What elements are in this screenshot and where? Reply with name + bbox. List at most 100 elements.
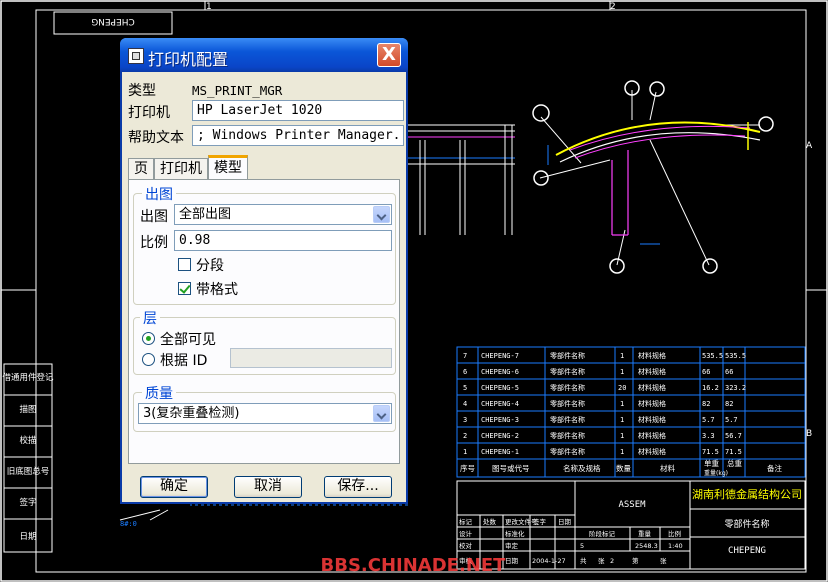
parts-table-row: 3 CHEPENG-3 零部件名称 1 材料规格 5.7 5.7 — [463, 415, 738, 424]
svg-text:CHEPENG-3: CHEPENG-3 — [481, 416, 519, 424]
chevron-down-icon[interactable] — [373, 206, 390, 223]
chevron-down-icon[interactable] — [373, 405, 390, 422]
dialog-title: 打印机配置 — [148, 50, 229, 69]
svg-text:材料规格: 材料规格 — [638, 447, 666, 456]
parts-table-row: 4 CHEPENG-4 零部件名称 1 材料规格 82 82 — [463, 399, 733, 408]
dialog-titlebar[interactable]: 打印机配置 X — [120, 38, 408, 72]
svg-text:2548.3: 2548.3 — [635, 542, 658, 550]
svg-text:2004-1-27: 2004-1-27 — [532, 557, 566, 565]
svg-text:阶段标记: 阶段标记 — [589, 529, 616, 538]
svg-text:CHEPENG-1: CHEPENG-1 — [481, 448, 519, 456]
drawing-number: CHEPENG — [728, 546, 766, 556]
side-panel-labels: 借通用件登记 描图 校描 旧底图总号 签字 日期 — [2, 372, 54, 542]
svg-text:66: 66 — [725, 368, 733, 376]
svg-text:CHEPENG-2: CHEPENG-2 — [481, 432, 519, 440]
help-text-input[interactable]: ; Windows Printer Manager. — [192, 125, 404, 146]
svg-text:1: 1 — [620, 432, 624, 440]
svg-text:535.5: 535.5 — [725, 352, 746, 360]
svg-text:标准化: 标准化 — [505, 529, 525, 538]
svg-text:标记: 标记 — [459, 517, 473, 526]
scale-input[interactable]: 0.98 — [174, 230, 392, 251]
tab-printer[interactable]: 打印机 — [154, 158, 208, 180]
svg-text:材料规格: 材料规格 — [638, 431, 666, 440]
save-button[interactable]: 保存... — [324, 476, 392, 498]
close-button[interactable]: X — [377, 43, 401, 67]
drawing-corner-label: CHEPENG — [91, 16, 135, 26]
svg-text:3.3: 3.3 — [702, 432, 715, 440]
svg-text:单重: 单重 — [704, 458, 719, 468]
tab-model[interactable]: 模型 — [208, 155, 248, 180]
svg-text:零部件名称: 零部件名称 — [550, 399, 585, 408]
svg-text:1: 1 — [620, 352, 624, 360]
side-label: 旧底图总号 — [7, 466, 50, 477]
company-name: 湖南利德金属结构公司 — [692, 487, 802, 501]
svg-text:日期: 日期 — [505, 557, 519, 565]
svg-text:71.5: 71.5 — [725, 448, 742, 456]
svg-text:重量: 重量 — [638, 530, 652, 538]
side-label: 日期 — [19, 532, 36, 542]
svg-text:2: 2 — [610, 557, 614, 565]
svg-text:零部件名称: 零部件名称 — [550, 383, 585, 392]
close-icon: X — [382, 44, 396, 65]
parts-table: 7 CHEPENG-7 零部件名称 1 材料规格 535.5 535.5 6 C… — [456, 346, 806, 478]
segment-checkbox[interactable] — [178, 258, 191, 271]
scale-label: 比例 — [140, 235, 168, 251]
segment-label: 分段 — [196, 258, 224, 274]
layer-all-label: 全部可见 — [160, 332, 216, 348]
svg-text:设计: 设计 — [459, 529, 473, 538]
quality-combo[interactable]: 3(复杂重叠检测) — [138, 403, 392, 424]
svg-text:CHEPENG-6: CHEPENG-6 — [481, 368, 519, 376]
layer-by-id-label: 根据 ID — [160, 353, 208, 369]
quality-value: 3(复杂重叠检测) — [143, 406, 240, 421]
tab-page[interactable]: 页 — [128, 158, 154, 180]
svg-text:图号或代号: 图号或代号 — [492, 463, 530, 473]
svg-text:重量(kg): 重量(kg) — [704, 469, 728, 477]
canopy-structure — [532, 80, 774, 274]
printer-input[interactable]: HP LaserJet 1020 — [192, 100, 404, 121]
assembly-label: ASSEM — [618, 500, 646, 510]
zone-number-1: 1 — [206, 2, 212, 12]
svg-text:323.2: 323.2 — [725, 384, 746, 392]
cancel-button[interactable]: 取消 — [234, 476, 302, 498]
svg-text:7: 7 — [463, 352, 467, 360]
svg-text:CHEPENG-5: CHEPENG-5 — [481, 384, 519, 392]
help-text-label: 帮助文本 — [128, 130, 184, 146]
svg-text:材料规格: 材料规格 — [638, 415, 666, 424]
svg-text:6: 6 — [463, 368, 467, 376]
svg-text:张: 张 — [660, 556, 667, 565]
frame-checkbox[interactable] — [178, 282, 191, 295]
svg-text:1: 1 — [620, 368, 624, 376]
svg-text:16.2: 16.2 — [702, 384, 719, 392]
svg-text:备注: 备注 — [767, 463, 782, 473]
svg-text:1:40: 1:40 — [668, 542, 683, 550]
svg-text:8#:0: 8#:0 — [120, 520, 137, 528]
svg-text:签字: 签字 — [533, 517, 547, 526]
svg-text:共: 共 — [580, 556, 587, 565]
svg-text:5: 5 — [580, 542, 584, 550]
svg-text:审定: 审定 — [505, 541, 519, 550]
layer-all-radio[interactable] — [142, 332, 155, 345]
svg-text:处数: 处数 — [483, 517, 497, 526]
svg-text:零部件名称: 零部件名称 — [550, 351, 585, 360]
svg-text:总重: 总重 — [727, 458, 742, 468]
part-name-label: 零部件名称 — [724, 518, 769, 530]
side-label: 描图 — [19, 404, 36, 415]
title-block: 湖南利德金属结构公司 ASSEM 零部件名称 CHEPENG 标记 处数 更改文… — [456, 480, 806, 570]
printer-config-dialog: 打印机配置 X 类型 MS_PRINT_MGR 打印机 HP LaserJet … — [120, 38, 408, 504]
output-combo[interactable]: 全部出图 — [174, 204, 392, 225]
parts-table-row: 5 CHEPENG-5 零部件名称 20 材料规格 16.2 323.2 — [463, 383, 746, 392]
svg-text:1: 1 — [620, 400, 624, 408]
type-value: MS_PRINT_MGR — [192, 83, 283, 98]
output-group: 出图 出图 全部出图 比例 0.98 分段 带格式 — [133, 184, 396, 305]
ok-button[interactable]: 确定 — [140, 476, 208, 498]
svg-text:CHEPENG-4: CHEPENG-4 — [481, 400, 519, 408]
svg-text:5.7: 5.7 — [702, 416, 715, 424]
svg-text:材料规格: 材料规格 — [638, 399, 666, 408]
svg-text:4: 4 — [463, 400, 467, 408]
type-label: 类型 — [128, 83, 156, 99]
svg-text:材料规格: 材料规格 — [638, 367, 666, 376]
layer-by-id-radio[interactable] — [142, 353, 155, 366]
svg-text:535.5: 535.5 — [702, 352, 723, 360]
zone-letter-b: B — [806, 429, 812, 439]
side-label: 校描 — [19, 435, 37, 446]
